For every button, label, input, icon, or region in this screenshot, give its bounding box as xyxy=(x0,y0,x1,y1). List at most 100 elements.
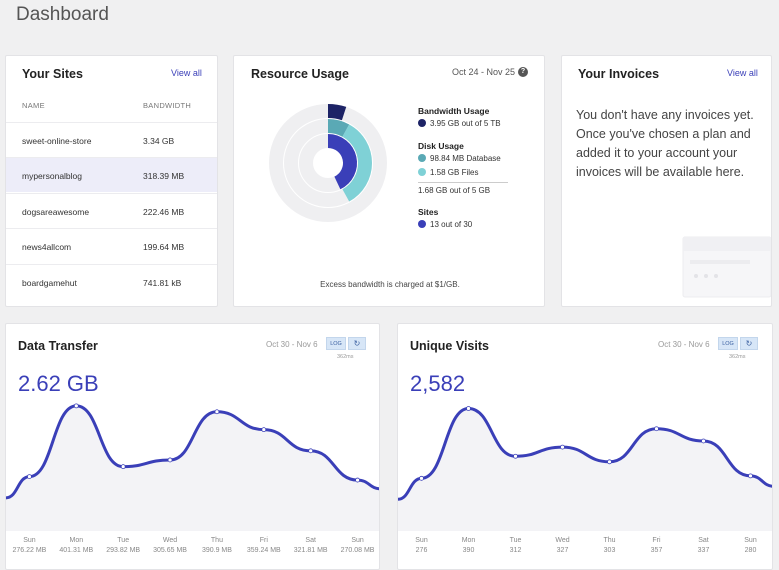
unique-visits-title: Unique Visits xyxy=(410,339,489,353)
day-label: Wed 305.65 MB xyxy=(146,531,194,567)
invoice-illustration-icon xyxy=(682,236,771,298)
site-name: news4allcom xyxy=(22,242,72,252)
disk-database-arc xyxy=(327,119,350,137)
help-icon[interactable]: ? xyxy=(518,67,528,77)
area-fill xyxy=(6,405,379,531)
site-row[interactable]: news4allcom 199.64 MB xyxy=(6,228,217,263)
area-fill xyxy=(398,408,772,531)
disk-total-value: 1.68 GB out of 5 GB xyxy=(418,186,491,195)
bandwidth-legend-item: 3.95 GB out of 5 TB xyxy=(418,119,501,128)
day-name: Mon xyxy=(461,537,476,544)
bandwidth-heading: Bandwidth Usage xyxy=(418,106,490,116)
unique-visits-chart xyxy=(398,406,772,531)
log-toggle-button[interactable]: LOG xyxy=(326,337,346,350)
day-value: 312 xyxy=(509,547,522,554)
day-value: 305.65 MB xyxy=(153,547,187,554)
column-header-name: NAME xyxy=(22,101,45,110)
resource-donut-chart xyxy=(269,104,387,222)
data-point xyxy=(261,427,267,433)
site-row[interactable]: dogsareawesome 222.46 MB xyxy=(6,193,217,228)
files-legend-item: 1.58 GB Files xyxy=(418,168,478,177)
day-value: 276 xyxy=(415,547,428,554)
page-title: Dashboard xyxy=(16,4,109,25)
excess-bandwidth-note: Excess bandwidth is charged at $1/GB. xyxy=(320,280,460,289)
day-label: Thu 390.9 MB xyxy=(194,531,241,567)
resource-title: Resource Usage xyxy=(251,67,349,81)
invoices-empty-message: You don't have any invoices yet. Once yo… xyxy=(576,108,754,179)
log-toggle-button[interactable]: LOG xyxy=(718,337,738,350)
site-name: sweet-online-store xyxy=(22,136,92,146)
day-value: 321.81 MB xyxy=(293,547,328,554)
data-point xyxy=(308,448,314,454)
sites-title: Your Sites xyxy=(22,67,83,81)
data-transfer-chart xyxy=(6,403,379,531)
day-name: Sun xyxy=(744,537,757,544)
data-point xyxy=(73,403,79,409)
day-label: Thu 303 xyxy=(586,531,633,567)
day-label: Tue 293.82 MB xyxy=(100,531,147,567)
day-name: Tue xyxy=(509,537,522,544)
day-label: Tue 312 xyxy=(492,531,539,567)
day-value: 276.22 MB xyxy=(12,547,47,554)
day-label: Sun 280 xyxy=(727,531,772,567)
disk-heading: Disk Usage xyxy=(418,141,464,151)
unique-visits-card: Unique Visits Oct 30 - Nov 6 LOG ↻ 362ms… xyxy=(397,323,773,570)
data-point xyxy=(214,409,220,415)
day-value: 280 xyxy=(744,547,757,554)
day-label: Sat 321.81 MB xyxy=(287,531,334,567)
site-row[interactable]: mypersonalblog 318.39 MB xyxy=(6,157,217,192)
day-label: Fri 357 xyxy=(633,531,680,567)
response-time: 362ms xyxy=(729,354,746,360)
day-value: 357 xyxy=(650,547,663,554)
site-name: dogsareawesome xyxy=(22,207,90,217)
sites-legend-item: 13 out of 30 xyxy=(418,220,472,229)
day-name: Sun xyxy=(23,537,36,544)
data-point xyxy=(560,444,565,450)
day-value: 390.9 MB xyxy=(201,547,232,554)
day-label: Mon 390 xyxy=(445,531,492,567)
data-transfer-title: Data Transfer xyxy=(18,339,98,353)
column-header-bandwidth: BANDWIDTH xyxy=(143,101,192,110)
day-label: Sun 276.22 MB xyxy=(6,531,53,567)
day-name: Thu xyxy=(603,537,616,544)
day-label: Mon 401.31 MB xyxy=(52,531,100,567)
invoices-view-all-link[interactable]: View all xyxy=(727,68,758,78)
resource-usage-card: Resource Usage Oct 24 - Nov 25 ? Bandwid… xyxy=(233,55,545,307)
bandwidth-dot xyxy=(418,119,426,127)
day-name: Wed xyxy=(162,537,178,544)
data-point xyxy=(748,473,753,479)
data-transfer-card: Data Transfer Oct 30 - Nov 6 LOG ↻ 362ms… xyxy=(5,323,380,570)
legend-divider xyxy=(418,182,508,183)
bandwidth-arc xyxy=(327,104,347,121)
unique-visits-date-range: Oct 30 - Nov 6 xyxy=(658,340,710,349)
bandwidth-value: 3.95 GB out of 5 TB xyxy=(430,119,501,128)
sites-heading: Sites xyxy=(418,207,439,217)
invoices-title: Your Invoices xyxy=(578,67,660,81)
site-name: mypersonalblog xyxy=(22,171,83,181)
site-row[interactable]: sweet-online-store 3.34 GB xyxy=(6,122,217,157)
day-name: Sat xyxy=(305,537,316,544)
data-point xyxy=(27,474,32,479)
day-value: 359.24 MB xyxy=(246,547,281,554)
data-point xyxy=(355,477,360,483)
sites-card: Your Sites View all NAME BANDWIDTH sweet… xyxy=(5,55,218,307)
data-transfer-date-range: Oct 30 - Nov 6 xyxy=(266,340,318,349)
sites-view-all-link[interactable]: View all xyxy=(171,68,202,78)
day-value: 293.82 MB xyxy=(106,547,141,554)
files-dot xyxy=(418,168,426,176)
response-time: 362ms xyxy=(337,354,354,360)
sites-value: 13 out of 30 xyxy=(430,220,473,229)
refresh-icon[interactable]: ↻ xyxy=(740,337,758,350)
site-bandwidth: 318.39 MB xyxy=(143,171,185,181)
day-name: Sun xyxy=(351,537,364,544)
day-value: 303 xyxy=(603,547,616,554)
day-name: Wed xyxy=(555,537,570,544)
day-name: Fri xyxy=(652,537,661,544)
day-label: Fri 359.24 MB xyxy=(240,531,288,567)
site-row[interactable]: boardgamehut 741.81 kB xyxy=(6,264,217,299)
day-label: Sun 276 xyxy=(398,531,445,567)
day-value: 337 xyxy=(697,547,710,554)
sites-arc xyxy=(327,134,357,190)
refresh-icon[interactable]: ↻ xyxy=(348,337,366,350)
database-dot xyxy=(418,154,426,162)
